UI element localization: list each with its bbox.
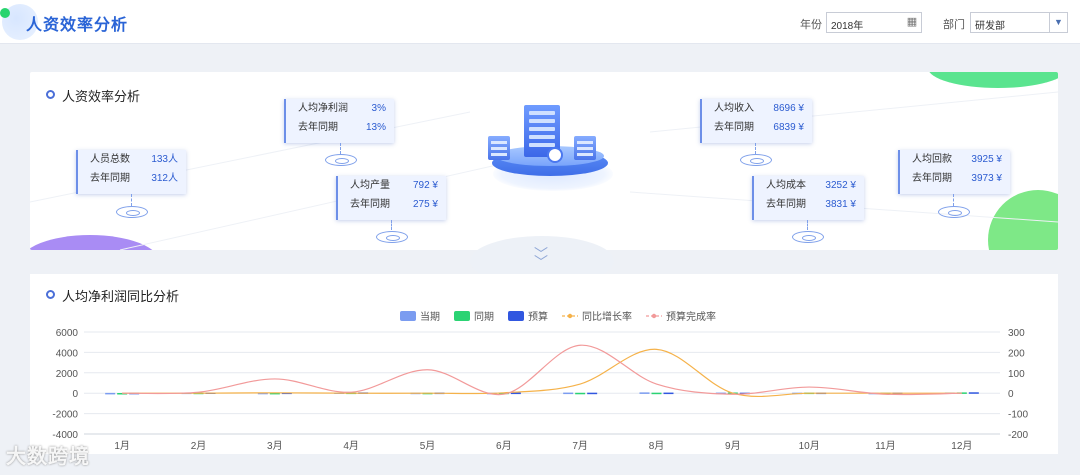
- card-last-label: 去年同期: [90, 173, 130, 184]
- card-last-label: 去年同期: [766, 199, 806, 210]
- card-value: 8696 ¥: [773, 103, 804, 114]
- dept-select[interactable]: 研发部 ▼: [970, 12, 1068, 33]
- watermark-text: 大数跨境: [6, 446, 90, 468]
- card-last-value: 275 ¥: [412, 199, 438, 210]
- server-small-right-icon: [574, 136, 596, 160]
- card-income[interactable]: 人均收入 8696 ¥ 去年同期 6839 ¥: [700, 99, 812, 143]
- card-value: 3%: [371, 103, 386, 114]
- card-output[interactable]: 人均产量 792 ¥ 去年同期 275 ¥: [336, 176, 446, 220]
- clock-icon: [547, 147, 563, 163]
- card-last-label: 去年同期: [714, 122, 754, 133]
- double-chevron-down-icon[interactable]: ﹀ ﹀: [534, 247, 548, 269]
- card-label: 人均回款: [912, 154, 952, 165]
- card-label: 人均收入: [714, 103, 754, 114]
- card-headcount[interactable]: 人员总数 133人 去年同期 312人: [76, 150, 186, 194]
- card-last-value: 312人: [151, 173, 178, 184]
- card-payback[interactable]: 人均回款 3925 ¥ 去年同期 3973 ¥: [898, 150, 1010, 194]
- logo-dot-icon: [0, 8, 10, 18]
- dept-value: 研发部: [975, 21, 1005, 32]
- location-pin-icon: [792, 231, 824, 243]
- year-picker[interactable]: 2018年 ▦: [826, 12, 922, 33]
- card-net-profit[interactable]: 人均净利润 3% 去年同期 13%: [284, 99, 394, 143]
- pin-line: [953, 194, 954, 206]
- card-cost[interactable]: 人均成本 3252 ¥ 去年同期 3831 ¥: [752, 176, 864, 220]
- card-value: 133人: [151, 154, 178, 165]
- dept-label: 部门: [943, 19, 965, 31]
- location-pin-icon: [325, 154, 357, 166]
- card-last-value: 13%: [365, 122, 386, 133]
- card-last-value: 3973 ¥: [971, 173, 1002, 184]
- card-value: 3252 ¥: [825, 180, 856, 191]
- top-header: 人资效率分析 年份 2018年 ▦ 部门 研发部 ▼: [0, 0, 1080, 44]
- location-pin-icon: [116, 206, 148, 218]
- card-last-label: 去年同期: [350, 199, 390, 210]
- card-label: 人均产量: [350, 180, 390, 191]
- pin-line: [391, 220, 392, 230]
- card-label: 人均净利润: [298, 103, 348, 114]
- pin-line: [755, 143, 756, 154]
- year-label: 年份: [800, 19, 822, 31]
- profit-panel: 人均净利润同比分析: [30, 274, 1058, 454]
- section-ring-icon: [46, 290, 55, 299]
- card-label: 人员总数: [90, 154, 130, 165]
- location-pin-icon: [740, 154, 772, 166]
- section-title-profit: 人均净利润同比分析: [62, 289, 180, 304]
- calendar-icon[interactable]: ▦: [905, 15, 919, 29]
- page-title: 人资效率分析: [26, 17, 129, 34]
- location-pin-icon: [938, 206, 970, 218]
- card-last-value: 3831 ¥: [825, 199, 856, 210]
- card-last-label: 去年同期: [298, 122, 338, 133]
- pin-line: [131, 194, 132, 206]
- card-value: 792 ¥: [412, 180, 438, 191]
- pin-line: [340, 143, 341, 154]
- year-value: 2018年: [831, 21, 864, 32]
- server-small-left-icon: [488, 136, 510, 160]
- pin-line: [807, 220, 808, 230]
- card-last-value: 6839 ¥: [773, 122, 804, 133]
- location-pin-icon: [376, 231, 408, 243]
- card-label: 人均成本: [766, 180, 806, 191]
- chevron-down-icon[interactable]: ▼: [1049, 13, 1067, 32]
- card-last-label: 去年同期: [912, 173, 952, 184]
- section-ring-icon: [46, 90, 55, 99]
- efficiency-panel: 人资效率分析 人员总数 133人 去年同期 312人 人均净利润 3% 去年同期 13%…: [30, 72, 1058, 250]
- section-title-efficiency: 人资效率分析: [62, 89, 141, 104]
- card-value: 3925 ¥: [971, 154, 1002, 165]
